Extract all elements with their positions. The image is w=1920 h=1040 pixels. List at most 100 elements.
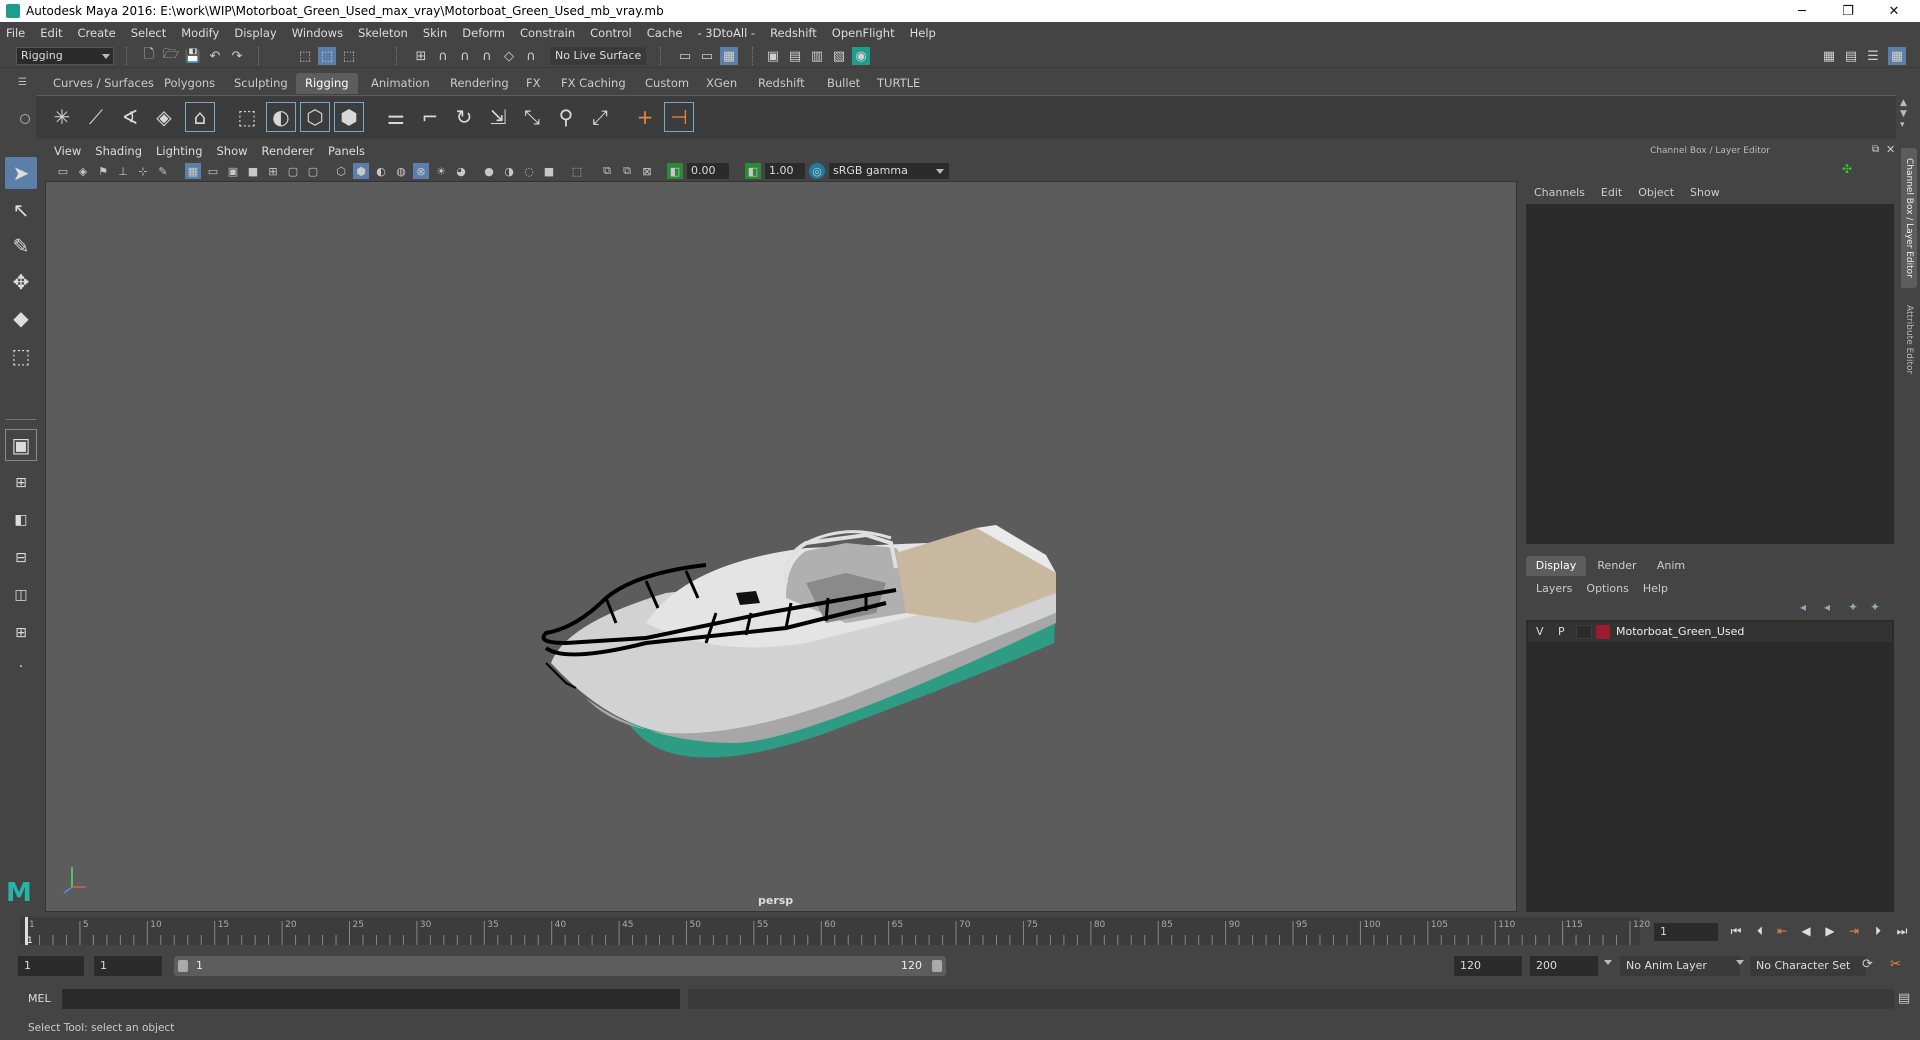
hypershade-icon[interactable]: ◉ [852,47,870,65]
anim-layer-dropdown[interactable]: No Anim Layer [1620,956,1740,976]
range-slider-bar[interactable]: 1 120 [174,956,946,976]
uv-editor-layout-icon[interactable]: ⊞ [5,617,37,649]
restore-button[interactable]: ❐ [1826,0,1870,22]
perspective-graph-layout-icon[interactable]: ⊟ [5,542,37,574]
perspective-outliner-layout-icon[interactable]: ◧ [5,504,37,536]
menu-select[interactable]: Select [131,26,166,40]
ipr-render-icon[interactable]: ▥ [808,47,826,65]
custom-layout-icon[interactable]: · [5,651,37,683]
construction-history-icon[interactable]: ▦ [720,47,738,65]
isolate-select-icon[interactable]: ■ [541,163,557,179]
gamma-icon[interactable]: ◧ [745,163,761,179]
parent-constraint-icon[interactable]: ⚌ [381,102,411,132]
move-layer-up-icon[interactable]: ◂ [1800,600,1806,614]
four-view-layout-icon[interactable]: ⊞ [5,467,37,499]
new-scene-icon[interactable]: 🗋 [140,47,158,65]
motion-blur-icon[interactable]: ● [481,163,497,179]
select-camera-icon[interactable]: ▭ [55,163,71,179]
shelf-settings-icon[interactable] [20,114,30,124]
joint-tool-icon[interactable]: ✳ [47,102,77,132]
xray-joints-icon[interactable]: ⧉ [599,163,615,179]
ik-spline-icon[interactable]: ∢ [115,102,145,132]
current-frame-field[interactable]: 1 [1654,923,1718,941]
shelf-tab-fx-caching[interactable]: FX Caching [552,73,635,94]
shelf-tab-polygons[interactable]: Polygons [155,73,225,94]
locator-icon[interactable]: + [630,102,660,132]
menu-skeleton[interactable]: Skeleton [358,26,408,40]
select-component-icon[interactable]: ⬚ [340,47,358,65]
menu-skin[interactable]: Skin [423,26,447,40]
ik-handle-icon[interactable]: ⟋ [81,102,111,132]
chevron-down-icon[interactable] [1736,960,1744,965]
viewport-menu-renderer[interactable]: Renderer [262,144,315,158]
shelf-tab-custom[interactable]: Custom [636,73,699,94]
script-editor-icon[interactable]: ▤ [1898,991,1910,1006]
channel-box-area[interactable] [1526,204,1894,544]
animation-preferences-icon[interactable]: ✂ [1890,957,1901,972]
shelf-tab-bullet[interactable]: Bullet [818,73,870,94]
attribute-editor-toggle-icon[interactable]: ▤ [1842,47,1860,65]
shelf-tab-sculpting[interactable]: Sculpting [225,73,297,94]
step-forward-frame-icon[interactable]: ⏵ [1868,922,1888,940]
lasso-tool-icon[interactable]: ↖ [5,194,37,226]
resolution-gate-icon[interactable]: ▣ [225,163,241,179]
start-time-field[interactable]: 1 [18,956,84,976]
layer-reference-toggle[interactable] [1576,625,1592,639]
shelf-tab-curves-surfaces[interactable]: Curves / Surfaces [44,73,163,94]
smooth-shade-icon[interactable]: ⬢ [353,163,369,179]
output-ops-icon[interactable]: ▭ [698,47,716,65]
step-back-key-icon[interactable]: ⇤ [1772,922,1792,940]
shelf-tab-fx[interactable]: FX [517,73,550,94]
shelf-tab-rendering[interactable]: Rendering [441,73,518,94]
select-tool-icon[interactable]: ➤ [5,157,37,189]
layer-menu-options[interactable]: Options [1586,582,1628,595]
viewport-menu-lighting[interactable]: Lighting [156,144,202,158]
textured-icon[interactable]: ◍ [393,163,409,179]
layer-playback-toggle[interactable]: P [1558,625,1565,638]
wireframe-icon[interactable]: ⬡ [333,163,349,179]
menu-edit[interactable]: Edit [40,26,62,40]
step-back-frame-icon[interactable]: ⏴ [1750,922,1770,940]
side-tab-attribute-editor[interactable]: Attribute Editor [1901,294,1917,386]
menu-redshift[interactable]: Redshift [770,26,817,40]
layer-row[interactable]: V P Motorboat_Green_Used [1528,622,1892,642]
image-plane-icon[interactable]: ⊥ [115,163,131,179]
menu-display[interactable]: Display [234,26,276,40]
rotate-tool-icon[interactable]: ◆ [5,302,37,334]
channel-box-menu-object[interactable]: Object [1638,186,1674,199]
orient-constraint-icon[interactable]: ↻ [449,102,479,132]
wireframe-on-shaded-icon[interactable]: ◐ [373,163,389,179]
layer-tab-anim[interactable]: Anim [1646,556,1696,576]
open-scene-icon[interactable]: 🗁 [162,47,180,65]
menu-modify[interactable]: Modify [181,26,219,40]
save-scene-icon[interactable]: 💾 [184,47,202,65]
layer-color-swatch[interactable] [1596,625,1610,639]
select-object-icon[interactable]: ⬚ [318,47,336,65]
safe-action-icon[interactable]: ▢ [285,163,301,179]
end-time-field[interactable]: 200 [1530,956,1598,976]
menu-create[interactable]: Create [78,26,116,40]
multisample-aa-icon[interactable]: ◑ [501,163,517,179]
menu-control[interactable]: Control [590,26,632,40]
range-slider-end-handle[interactable] [932,960,942,972]
command-input[interactable] [62,989,680,1009]
tool-settings-toggle-icon[interactable]: ☰ [1864,47,1882,65]
color-space-dropdown[interactable]: sRGB gamma [829,163,949,179]
playback-end-field[interactable]: 120 [1454,956,1522,976]
snap-grid-icon[interactable]: ⊞ [412,47,430,65]
playback-start-field[interactable]: 1 [94,956,162,976]
paint-select-tool-icon[interactable]: ✎ [5,230,37,262]
cluster-icon[interactable]: ◐ [266,102,296,132]
auto-key-icon[interactable]: ⟳ [1862,957,1873,972]
bind-skin-icon[interactable]: ⬚ [232,102,262,132]
shelf-tab-animation[interactable]: Animation [362,73,439,94]
time-slider-ruler[interactable]: 1 5 10 15 20 25 30 35 40 45 50 55 60 65 70 75 80 85 90 95 10… [20,913,1650,949]
scale-tool-icon[interactable]: ⬚ [5,340,37,372]
snap-live-icon[interactable]: ◇ [500,47,518,65]
layer-menu-layers[interactable]: Layers [1536,582,1572,595]
range-slider-start-handle[interactable] [178,960,188,972]
menu-deform[interactable]: Deform [462,26,505,40]
modeling-toolkit-icon[interactable]: ▦ [1820,47,1838,65]
gate-mask-icon[interactable]: ■ [245,163,261,179]
snap-view-plane-icon[interactable]: ∩ [478,47,496,65]
